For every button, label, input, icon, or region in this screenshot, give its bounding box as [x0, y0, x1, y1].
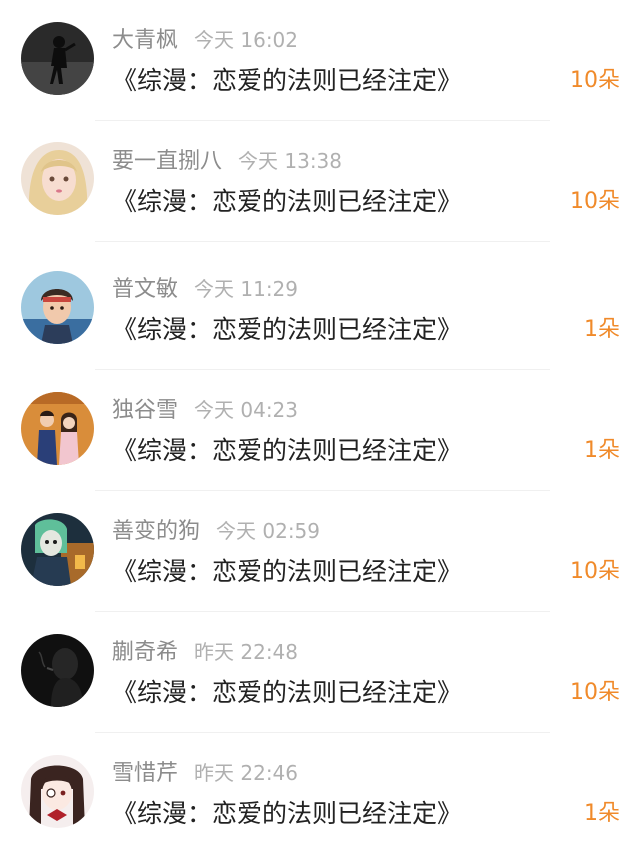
record-meta: 雪惜芹 昨天 22:46 — [112, 758, 298, 790]
record-meta: 普文敏 今天 11:29 — [112, 274, 298, 306]
list-item[interactable]: 要一直捌八 今天 13:38 《综漫：恋爱的法则已经注定》 10朵 — [0, 121, 640, 242]
flower-count: 10朵 — [570, 559, 620, 584]
avatar[interactable] — [21, 513, 94, 586]
flower-count: 10朵 — [570, 68, 620, 93]
anime-girl-eyepatch-avatar-icon — [21, 755, 94, 828]
dark-silhouette-avatar-icon — [21, 22, 94, 95]
book-title[interactable]: 《综漫：恋爱的法则已经注定》 — [112, 675, 462, 711]
timestamp: 今天 16:02 — [194, 28, 299, 52]
anime-artwork-avatar-icon — [21, 513, 94, 586]
timestamp: 今天 13:38 — [238, 149, 343, 173]
avatar[interactable] — [21, 142, 94, 215]
avatar[interactable] — [21, 755, 94, 828]
book-title[interactable]: 《综漫：恋爱的法则已经注定》 — [112, 184, 462, 220]
timestamp: 昨天 22:48 — [194, 640, 299, 664]
flower-count: 1朵 — [584, 317, 620, 342]
book-title[interactable]: 《综漫：恋爱的法则已经注定》 — [112, 63, 462, 99]
flower-count: 10朵 — [570, 189, 620, 214]
anime-girl-blonde-avatar-icon — [21, 142, 94, 215]
user-name[interactable]: 雪惜芹 — [112, 761, 178, 786]
user-name[interactable]: 普文敏 — [112, 277, 178, 302]
record-meta: 大青枫 今天 16:02 — [112, 25, 298, 57]
couple-photo-avatar-icon — [21, 392, 94, 465]
list-item[interactable]: 善变的狗 今天 02:59 《综漫：恋爱的法则已经注定》 10朵 — [0, 491, 640, 612]
user-name[interactable]: 善变的狗 — [112, 519, 200, 544]
user-name[interactable]: 要一直捌八 — [112, 149, 222, 174]
flower-count: 10朵 — [570, 680, 620, 705]
book-title[interactable]: 《综漫：恋爱的法则已经注定》 — [112, 796, 462, 832]
record-meta: 蒯奇希 昨天 22:48 — [112, 637, 298, 669]
timestamp: 昨天 22:46 — [194, 761, 299, 785]
timestamp: 今天 04:23 — [194, 398, 299, 422]
list-item[interactable]: 雪惜芹 昨天 22:46 《综漫：恋爱的法则已经注定》 1朵 — [0, 733, 640, 854]
avatar[interactable] — [21, 392, 94, 465]
book-title[interactable]: 《综漫：恋爱的法则已经注定》 — [112, 312, 462, 348]
user-name[interactable]: 大青枫 — [112, 28, 178, 53]
avatar[interactable] — [21, 634, 94, 707]
record-meta: 要一直捌八 今天 13:38 — [112, 146, 342, 178]
avatar[interactable] — [21, 22, 94, 95]
list-item[interactable]: 蒯奇希 昨天 22:48 《综漫：恋爱的法则已经注定》 10朵 — [0, 612, 640, 733]
timestamp: 今天 02:59 — [216, 519, 321, 543]
user-name[interactable]: 独谷雪 — [112, 398, 178, 423]
flower-count: 1朵 — [584, 801, 620, 826]
list-item[interactable]: 大青枫 今天 16:02 《综漫：恋爱的法则已经注定》 10朵 — [0, 0, 640, 121]
dark-smoking-silhouette-avatar-icon — [21, 634, 94, 707]
list-item[interactable]: 独谷雪 今天 04:23 《综漫：恋爱的法则已经注定》 1朵 — [0, 370, 640, 491]
record-meta: 善变的狗 今天 02:59 — [112, 516, 320, 548]
divider — [95, 241, 550, 242]
timestamp: 今天 11:29 — [194, 277, 299, 301]
book-title[interactable]: 《综漫：恋爱的法则已经注定》 — [112, 433, 462, 469]
avatar[interactable] — [21, 271, 94, 344]
list-item[interactable]: 普文敏 今天 11:29 《综漫：恋爱的法则已经注定》 1朵 — [0, 249, 640, 370]
flower-count: 1朵 — [584, 438, 620, 463]
record-meta: 独谷雪 今天 04:23 — [112, 395, 298, 427]
child-photo-avatar-icon — [21, 271, 94, 344]
user-name[interactable]: 蒯奇希 — [112, 640, 178, 665]
book-title[interactable]: 《综漫：恋爱的法则已经注定》 — [112, 554, 462, 590]
